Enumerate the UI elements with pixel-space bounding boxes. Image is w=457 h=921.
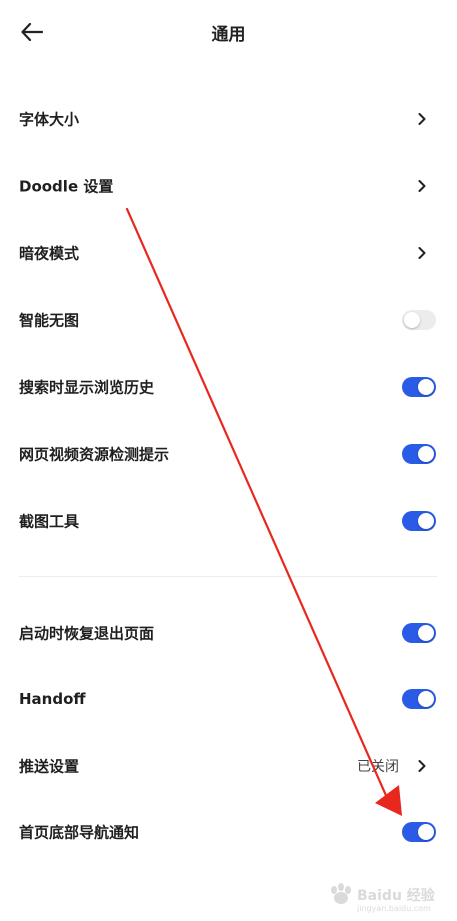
baidu-watermark: Baidu 经验 jingyan.baidu.com: [325, 881, 436, 913]
toggle-knob: [418, 691, 434, 707]
chevron-right-icon: [417, 179, 427, 193]
settings-row-search-history: 搜索时显示浏览历史: [0, 362, 457, 412]
search-history-toggle[interactable]: [402, 377, 436, 397]
bottom-nav-notify-toggle[interactable]: [402, 822, 436, 842]
toggle-knob: [418, 446, 434, 462]
row-label: 智能无图: [19, 311, 80, 330]
row-label: 字体大小: [19, 110, 80, 129]
page-title: 通用: [211, 25, 246, 45]
settings-row-font-size[interactable]: 字体大小: [0, 94, 457, 144]
chevron-right-icon: [417, 112, 427, 126]
toggle-knob: [418, 625, 434, 641]
video-detect-toggle[interactable]: [402, 444, 436, 464]
row-label: Doodle 设置: [19, 177, 114, 196]
row-label: Handoff: [19, 690, 86, 708]
svg-text:Baidu 经验: Baidu 经验: [357, 887, 435, 904]
toggle-knob: [418, 513, 434, 529]
row-label: 截图工具: [19, 512, 80, 531]
settings-row-handoff: Handoff: [0, 674, 457, 724]
settings-row-doodle[interactable]: Doodle 设置: [0, 161, 457, 211]
row-label: 推送设置: [19, 757, 80, 776]
restore-on-start-toggle[interactable]: [402, 623, 436, 643]
screenshot-tool-toggle[interactable]: [402, 511, 436, 531]
settings-row-video-detect: 网页视频资源检测提示: [0, 429, 457, 479]
toggle-knob: [418, 824, 434, 840]
row-label: 暗夜模式: [19, 244, 80, 263]
settings-row-smart-no-image: 智能无图: [0, 295, 457, 345]
chevron-right-icon: [417, 246, 427, 260]
handoff-toggle[interactable]: [402, 689, 436, 709]
row-label: 搜索时显示浏览历史: [19, 378, 155, 397]
settings-row-bottom-nav-notify: 首页底部导航通知: [0, 807, 457, 857]
toggle-knob: [404, 312, 420, 328]
settings-row-restore-on-start: 启动时恢复退出页面: [0, 608, 457, 658]
row-label: 启动时恢复退出页面: [19, 624, 155, 643]
row-label: 首页底部导航通知: [19, 823, 140, 842]
toggle-knob: [418, 379, 434, 395]
settings-row-dark-mode[interactable]: 暗夜模式: [0, 228, 457, 278]
smart-no-image-toggle[interactable]: [402, 310, 436, 330]
push-status-value: 已关闭: [357, 759, 399, 775]
section-divider: [19, 576, 437, 577]
settings-row-screenshot-tool: 截图工具: [0, 496, 457, 546]
chevron-right-icon: [417, 759, 427, 773]
svg-text:jingyan.baidu.com: jingyan.baidu.com: [356, 904, 431, 913]
settings-row-push[interactable]: 推送设置 已关闭: [0, 741, 457, 791]
row-label: 网页视频资源检测提示: [19, 445, 170, 464]
header: 通用: [0, 0, 457, 66]
baidu-logo-icon: Baidu 经验 jingyan.baidu.com: [331, 883, 436, 913]
